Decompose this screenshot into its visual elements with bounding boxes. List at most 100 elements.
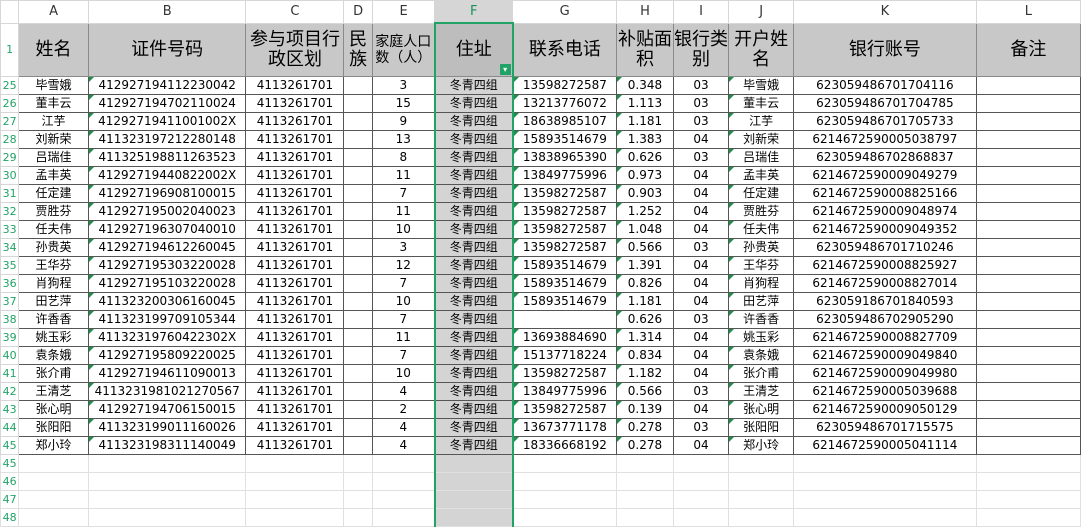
cell-name[interactable]: 董丰云	[18, 94, 89, 113]
cell-area[interactable]: 0.139	[616, 400, 674, 419]
row-number[interactable]: 31	[0, 184, 20, 203]
header-cell[interactable]: 银行类别	[672, 22, 730, 77]
cell-id[interactable]: 412927195809220025	[87, 346, 247, 365]
cell-addr[interactable]: 冬青四组	[433, 364, 514, 383]
empty-cell[interactable]	[792, 490, 977, 509]
cell-addr[interactable]: 冬青四组	[433, 328, 514, 347]
empty-cell[interactable]	[433, 490, 514, 509]
cell-name[interactable]: 王清芝	[18, 382, 89, 401]
cell-bank[interactable]: 03	[672, 94, 730, 113]
cell-bank[interactable]: 04	[672, 346, 730, 365]
cell-acct[interactable]: 6214672590008827014	[792, 274, 977, 293]
row-number[interactable]: 46	[0, 472, 20, 491]
cell-region[interactable]: 4113261701	[245, 382, 345, 401]
cell-area[interactable]: 0.973	[616, 166, 674, 185]
cell-pop[interactable]: 9	[371, 112, 436, 131]
header-cell[interactable]: 证件号码	[87, 22, 247, 77]
cell-phone[interactable]: 13693884690	[512, 328, 618, 347]
empty-cell[interactable]	[728, 454, 794, 473]
cell-note[interactable]	[975, 184, 1081, 203]
cell-area[interactable]: 0.626	[616, 310, 674, 329]
cell-name[interactable]: 贾胜芬	[18, 202, 89, 221]
cell-id[interactable]: 412927195002040023	[87, 202, 247, 221]
cell-name[interactable]: 张介甫	[18, 364, 89, 383]
cell-eth[interactable]	[343, 346, 373, 365]
cell-eth[interactable]	[343, 112, 373, 131]
cell-name[interactable]: 任夫伟	[18, 220, 89, 239]
row-number[interactable]: 32	[0, 202, 20, 221]
cell-bank[interactable]: 04	[672, 400, 730, 419]
empty-cell[interactable]	[616, 454, 674, 473]
cell-acct-name[interactable]: 袁条娥	[728, 346, 794, 365]
cell-area[interactable]: 1.314	[616, 328, 674, 347]
cell-addr[interactable]: 冬青四组	[433, 184, 514, 203]
cell-id[interactable]: 41292719411001002X	[87, 112, 247, 131]
cell-pop[interactable]: 11	[371, 166, 436, 185]
header-cell[interactable]: 家庭人口数（人）	[371, 22, 436, 77]
empty-cell[interactable]	[343, 454, 373, 473]
cell-pop[interactable]: 2	[371, 400, 436, 419]
empty-cell[interactable]	[616, 490, 674, 509]
cell-eth[interactable]	[343, 202, 373, 221]
cell-acct-name[interactable]: 许香香	[728, 310, 794, 329]
cell-acct[interactable]: 6214672590008827709	[792, 328, 977, 347]
cell-area[interactable]: 0.834	[616, 346, 674, 365]
cell-bank[interactable]: 03	[672, 76, 730, 95]
empty-cell[interactable]	[512, 490, 618, 509]
cell-id[interactable]: 411323199709105344	[87, 310, 247, 329]
empty-cell[interactable]	[433, 508, 514, 527]
cell-eth[interactable]	[343, 328, 373, 347]
cell-acct-name[interactable]: 江芋	[728, 112, 794, 131]
cell-acct-name[interactable]: 吕瑞佳	[728, 148, 794, 167]
cell-acct-name[interactable]: 肖狗程	[728, 274, 794, 293]
cell-acct-name[interactable]: 毕雪娥	[728, 76, 794, 95]
cell-name[interactable]: 张阳阳	[18, 418, 89, 437]
cell-name[interactable]: 郑小玲	[18, 436, 89, 455]
cell-region[interactable]: 4113261701	[245, 94, 345, 113]
cell-region[interactable]: 4113261701	[245, 274, 345, 293]
empty-cell[interactable]	[975, 454, 1081, 473]
cell-phone[interactable]: 13849775996	[512, 382, 618, 401]
column-header-h[interactable]: H	[616, 0, 674, 24]
empty-cell[interactable]	[512, 472, 618, 491]
cell-addr[interactable]: 冬青四组	[433, 400, 514, 419]
cell-addr[interactable]: 冬青四组	[433, 346, 514, 365]
column-header-k[interactable]: K	[792, 0, 977, 24]
cell-name[interactable]: 江芋	[18, 112, 89, 131]
empty-cell[interactable]	[672, 490, 730, 509]
cell-phone[interactable]: 15893514679	[512, 274, 618, 293]
cell-name[interactable]: 肖狗程	[18, 274, 89, 293]
cell-region[interactable]: 4113261701	[245, 220, 345, 239]
cell-note[interactable]	[975, 346, 1081, 365]
cell-acct[interactable]: 623059486701704116	[792, 76, 977, 95]
header-cell[interactable]: 银行账号	[792, 22, 977, 77]
cell-area[interactable]: 1.391	[616, 256, 674, 275]
cell-note[interactable]	[975, 112, 1081, 131]
cell-region[interactable]: 4113261701	[245, 76, 345, 95]
cell-pop[interactable]: 8	[371, 148, 436, 167]
column-header-g[interactable]: G	[512, 0, 618, 24]
header-cell[interactable]: 开户姓名	[728, 22, 794, 77]
empty-cell[interactable]	[343, 472, 373, 491]
cell-id[interactable]: 412927196307040010	[87, 220, 247, 239]
cell-phone[interactable]: 13673771178	[512, 418, 618, 437]
cell-name[interactable]: 刘新荣	[18, 130, 89, 149]
cell-pop[interactable]: 11	[371, 328, 436, 347]
cell-acct-name[interactable]: 孙贵英	[728, 238, 794, 257]
cell-name[interactable]: 许香香	[18, 310, 89, 329]
cell-name[interactable]: 孟丰英	[18, 166, 89, 185]
cell-id[interactable]: 412927196908100015	[87, 184, 247, 203]
cell-eth[interactable]	[343, 292, 373, 311]
cell-pop[interactable]: 15	[371, 94, 436, 113]
cell-name[interactable]: 吕瑞佳	[18, 148, 89, 167]
cell-phone[interactable]: 13598272587	[512, 400, 618, 419]
cell-addr[interactable]: 冬青四组	[433, 112, 514, 131]
cell-area[interactable]: 1.048	[616, 220, 674, 239]
empty-cell[interactable]	[728, 508, 794, 527]
cell-pop[interactable]: 7	[371, 346, 436, 365]
cell-acct-name[interactable]: 郑小玲	[728, 436, 794, 455]
empty-cell[interactable]	[245, 454, 345, 473]
cell-region[interactable]: 4113261701	[245, 400, 345, 419]
empty-cell[interactable]	[245, 472, 345, 491]
cell-area[interactable]: 0.903	[616, 184, 674, 203]
